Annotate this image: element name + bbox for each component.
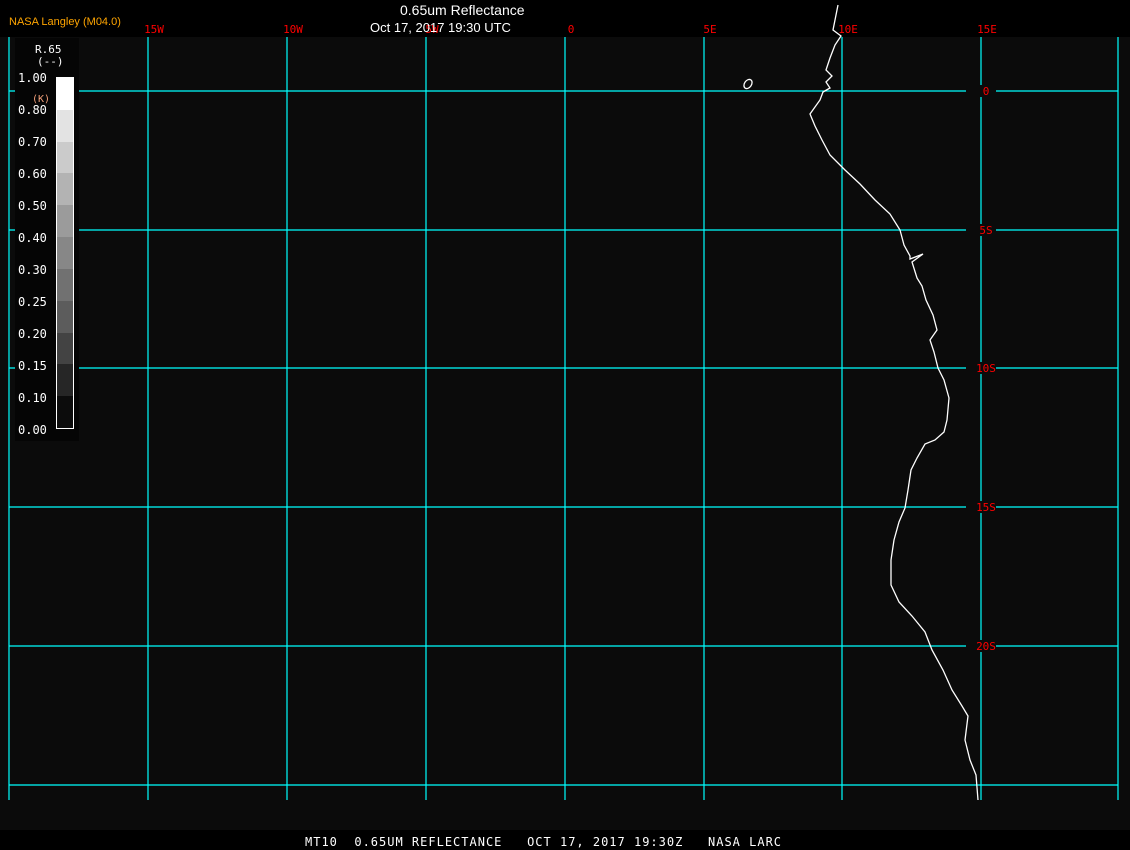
legend-color-bar: [56, 77, 74, 429]
legend-tick-label: 0.50: [18, 199, 47, 213]
longitude-label: 0: [568, 23, 575, 36]
legend-color-swatch: [57, 109, 73, 142]
legend-tick-label: 0.30: [18, 263, 47, 277]
image-datetime: Oct 17, 2017 19:30 UTC: [370, 20, 511, 35]
longitude-label: 10E: [838, 23, 858, 36]
legend-tick-label: 0.80: [18, 103, 47, 117]
legend-tick-label: 0.00: [18, 423, 47, 437]
longitude-label: 15W: [144, 23, 164, 36]
footer-caption: MT10 0.65UM REFLECTANCE OCT 17, 2017 19:…: [305, 835, 783, 849]
latitude-label: 15S: [976, 501, 996, 514]
legend-tick-label: 0.60: [18, 167, 47, 181]
legend-color-swatch: [57, 268, 73, 301]
legend-color-swatch: [57, 205, 73, 238]
map-canvas: 15W 10W 5W 0 5E 10E 15E05S10S15S20S: [0, 4, 1130, 830]
legend-color-swatch: [57, 141, 73, 174]
legend-color-swatch: [57, 78, 73, 110]
latitude-label: 5S: [979, 224, 992, 237]
legend-color-swatch: [57, 300, 73, 333]
latitude-label: 10S: [976, 362, 996, 375]
legend-tick-label: 0.20: [18, 327, 47, 341]
brand-label: NASA Langley (M04.0): [9, 16, 121, 28]
legend-units: (--): [37, 55, 64, 68]
color-legend: R.65 (--) (K) 1.00 0.80 0.70 0.60 0.50 0.40 0.…: [15, 38, 79, 441]
longitude-label: 10W: [283, 23, 303, 36]
latitude-label: 0: [983, 85, 990, 98]
satellite-image-viewer: 15W 10W 5W 0 5E 10E 15E 0 5S 10S 15S 20S 0.65um Ref…: [0, 0, 1130, 850]
latitude-label: 20S: [976, 640, 996, 653]
image-title: 0.65um Reflectance: [400, 2, 525, 18]
legend-color-swatch: [57, 396, 73, 428]
longitude-label: 15E: [977, 23, 997, 36]
legend-color-swatch: [57, 173, 73, 206]
legend-color-swatch: [57, 332, 73, 365]
longitude-label: 5E: [703, 23, 716, 36]
legend-color-swatch: [57, 237, 73, 269]
legend-tick-label: 0.10: [18, 391, 47, 405]
legend-color-swatch: [57, 364, 73, 397]
label-backing: [966, 85, 996, 97]
legend-tick-label: 1.00: [18, 71, 47, 85]
legend-tick-label: 0.15: [18, 359, 47, 373]
legend-tick-label: 0.25: [18, 295, 47, 309]
legend-tick-label: 0.70: [18, 135, 47, 149]
legend-tick-label: 0.40: [18, 231, 47, 245]
